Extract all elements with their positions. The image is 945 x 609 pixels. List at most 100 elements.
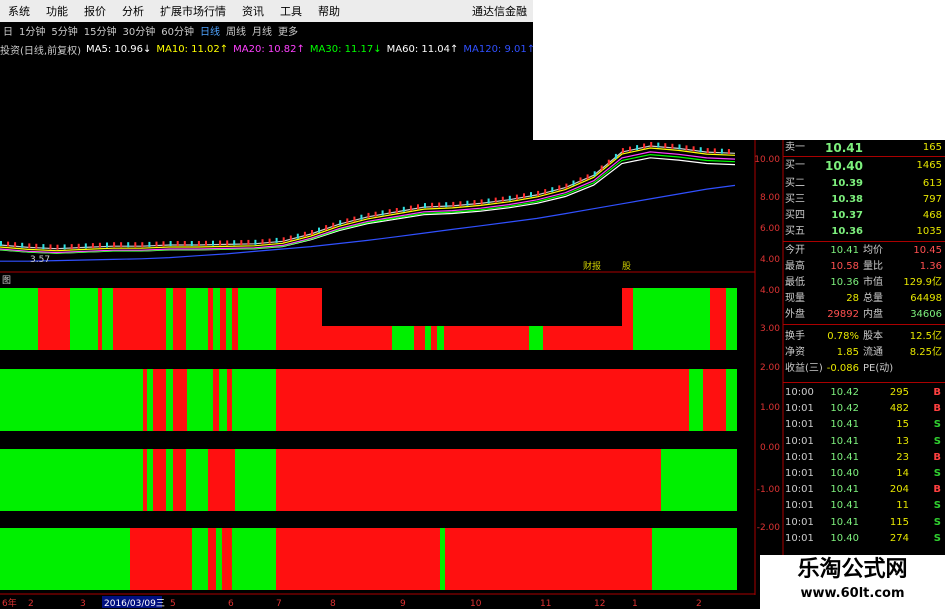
indicator-bar bbox=[173, 369, 187, 431]
period-item[interactable]: 60分钟 bbox=[158, 23, 197, 38]
x-axis-label: 8 bbox=[330, 599, 336, 609]
candle bbox=[720, 148, 723, 154]
tick-volume: 15 bbox=[896, 419, 909, 431]
period-item-active[interactable]: 日线 bbox=[197, 23, 223, 38]
indicator-bar bbox=[208, 528, 216, 590]
candle bbox=[325, 225, 328, 231]
price-axis-label: 10.00 bbox=[754, 155, 780, 165]
stat-row: 净资 1.85 流通 8.25亿 bbox=[783, 345, 945, 361]
tick-side: S bbox=[933, 516, 941, 528]
menu-item-analysis[interactable]: 分析 bbox=[114, 3, 152, 19]
candle bbox=[713, 148, 716, 154]
menu-item-tools[interactable]: 工具 bbox=[272, 3, 310, 19]
candle bbox=[374, 211, 377, 217]
candle bbox=[459, 201, 462, 207]
ma5-label: MA5: 10.96↓ bbox=[85, 43, 152, 55]
x-axis-label: 9 bbox=[400, 599, 406, 609]
indicator-bar bbox=[113, 288, 166, 350]
period-item[interactable]: 30分钟 bbox=[119, 23, 158, 38]
quote-label: 买三 bbox=[785, 194, 805, 205]
menu-item-ext-market[interactable]: 扩展市场行情 bbox=[152, 3, 234, 19]
candle bbox=[70, 244, 73, 250]
quote-volume: 1035 bbox=[916, 226, 942, 237]
candle bbox=[544, 189, 547, 195]
tick-time: 10:01 bbox=[785, 516, 814, 528]
quote-price: 10.41 bbox=[825, 141, 863, 155]
stat-value: 29892 bbox=[827, 309, 859, 320]
candle bbox=[565, 183, 568, 189]
candle bbox=[664, 143, 667, 149]
indicator-bar bbox=[166, 449, 173, 511]
tick-side: S bbox=[933, 419, 941, 431]
period-item[interactable]: 1分钟 bbox=[16, 23, 48, 38]
candle bbox=[515, 194, 518, 200]
candle bbox=[650, 142, 653, 147]
menu-item-help[interactable]: 帮助 bbox=[310, 3, 348, 19]
indicator-axis-label: 4.00 bbox=[760, 286, 780, 296]
stat-value: 1.36 bbox=[919, 261, 942, 272]
tick-price: 10.40 bbox=[830, 532, 859, 544]
candle bbox=[106, 242, 108, 248]
candle bbox=[523, 193, 525, 199]
candle bbox=[7, 241, 10, 247]
tick-price: 10.40 bbox=[830, 468, 859, 479]
candle bbox=[480, 199, 483, 205]
tick-price: 10.41 bbox=[830, 419, 859, 431]
stat-value: 10.58 bbox=[830, 261, 859, 272]
tick-side: B bbox=[933, 451, 941, 463]
x-axis-label: 5 bbox=[170, 599, 176, 609]
candle bbox=[261, 239, 264, 245]
low-price-label: 3.57 bbox=[30, 255, 50, 265]
candle bbox=[84, 243, 87, 249]
menu-item-system[interactable]: 系统 bbox=[0, 3, 38, 19]
candle bbox=[98, 242, 101, 248]
candle bbox=[303, 231, 306, 237]
candle bbox=[558, 185, 561, 191]
tick-row: 10:01 10.40 14 S bbox=[783, 466, 945, 482]
candle bbox=[254, 239, 257, 245]
period-item[interactable]: 更多 bbox=[275, 23, 301, 38]
quote-volume: 613 bbox=[922, 178, 942, 189]
stats-divider bbox=[783, 241, 945, 242]
candle bbox=[190, 241, 193, 246]
candle bbox=[621, 148, 624, 154]
menu-item-news[interactable]: 资讯 bbox=[234, 3, 272, 19]
indicator-bar bbox=[232, 288, 238, 350]
stats-divider bbox=[783, 324, 945, 325]
candle bbox=[134, 242, 137, 248]
stat-value: 64498 bbox=[910, 293, 942, 304]
quote-price: 10.39 bbox=[831, 178, 863, 189]
quote-volume: 797 bbox=[922, 194, 942, 205]
candle bbox=[120, 242, 123, 248]
tick-row: 10:01 10.41 11 S bbox=[783, 498, 945, 514]
period-item[interactable]: 15分钟 bbox=[81, 23, 120, 38]
indicator-bar bbox=[187, 369, 213, 431]
menu-item-quote[interactable]: 报价 bbox=[76, 3, 114, 19]
watermark-title: 乐淘公式网 bbox=[797, 557, 908, 582]
quote-divider bbox=[783, 156, 945, 157]
candle bbox=[600, 165, 603, 171]
candle bbox=[692, 146, 695, 152]
ma60-line bbox=[0, 157, 736, 254]
indicator-bar bbox=[227, 369, 232, 431]
period-item[interactable]: 周线 bbox=[223, 23, 249, 38]
tick-row: 10:01 10.40 274 S bbox=[783, 531, 945, 547]
candle bbox=[240, 240, 243, 246]
candle bbox=[155, 241, 158, 247]
stat-label: 现量 bbox=[785, 293, 805, 304]
candle bbox=[593, 171, 596, 177]
menu-item-function[interactable]: 功能 bbox=[38, 3, 76, 19]
app-brand: 通达信金融 bbox=[472, 5, 527, 18]
period-item[interactable]: 日 bbox=[0, 23, 16, 38]
stat-value: 0.78% bbox=[827, 331, 859, 342]
tick-row: 10:01 10.41 204 B bbox=[783, 482, 945, 498]
candle bbox=[169, 241, 172, 246]
stat-label: 外盘 bbox=[785, 309, 805, 320]
period-item[interactable]: 月线 bbox=[249, 23, 275, 38]
quote-row: 买一 10.40 1465 bbox=[783, 158, 945, 174]
quote-label: 买四 bbox=[785, 210, 805, 221]
stat-label: 净资 bbox=[785, 347, 805, 358]
period-item[interactable]: 5分钟 bbox=[48, 23, 80, 38]
tick-row: 10:01 10.41 115 S bbox=[783, 515, 945, 531]
indicator-bar bbox=[232, 528, 276, 590]
